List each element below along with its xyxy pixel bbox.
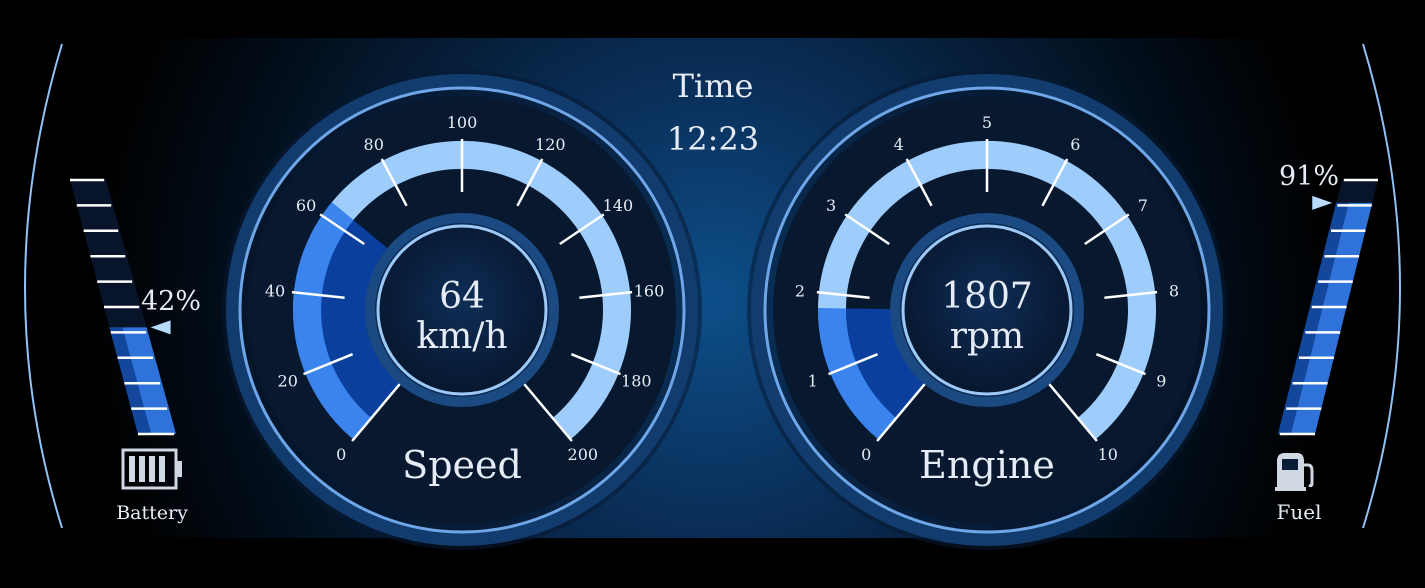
speed-tick-label: 60	[296, 196, 316, 215]
speed-tick-label: 140	[603, 196, 634, 215]
speed-tick-label: 180	[621, 371, 652, 390]
engine-tick-label: 10	[1098, 445, 1118, 464]
engine-tick-label: 2	[795, 281, 805, 300]
dashboard: Time 12:23 020406080100120140160180200 6…	[0, 0, 1425, 588]
engine-title: Engine	[919, 443, 1055, 487]
speed-value: 64	[439, 276, 485, 317]
engine-tick-label: 1	[808, 371, 818, 390]
speed-tick-label: 200	[568, 445, 599, 464]
fuel-label: Fuel	[1277, 500, 1322, 524]
speed-title: Speed	[402, 443, 522, 487]
speed-tick-label: 80	[364, 135, 384, 154]
speed-gauge: 0 20 40 60 80 100 120 140 160 180 200 64 km/h Spee…	[222, 70, 702, 550]
battery-percent: 42%	[141, 286, 201, 317]
speed-tick-label: 160	[634, 281, 665, 300]
speed-tick-label: 100	[447, 113, 478, 132]
speed-tick-label: 40	[265, 281, 285, 300]
speed-tick-label: 0	[336, 445, 346, 464]
engine-tick-label: 9	[1156, 371, 1166, 390]
clock-time: 12:23	[667, 120, 759, 158]
engine-unit: rpm	[950, 316, 1024, 357]
speed-unit: km/h	[416, 316, 507, 357]
speed-tick-label: 20	[278, 371, 298, 390]
engine-tick-label: 0	[861, 445, 871, 464]
engine-tick-label: 6	[1070, 135, 1080, 154]
engine-gauge: 0 1 2 3 4 5 6 7 8 9 10 1807 rpm Engine	[747, 70, 1227, 550]
speed-tick-label: 120	[535, 135, 566, 154]
engine-tick-label: 8	[1169, 281, 1179, 300]
engine-tick-label: 4	[894, 135, 904, 154]
fuel-percent: 91%	[1279, 161, 1339, 192]
engine-tick-label: 3	[826, 196, 836, 215]
battery-label: Battery	[116, 502, 188, 524]
engine-tick-label: 5	[982, 113, 992, 132]
engine-value: 1807	[941, 276, 1033, 317]
clock-label: Time	[673, 67, 754, 105]
engine-tick-label: 7	[1138, 196, 1148, 215]
